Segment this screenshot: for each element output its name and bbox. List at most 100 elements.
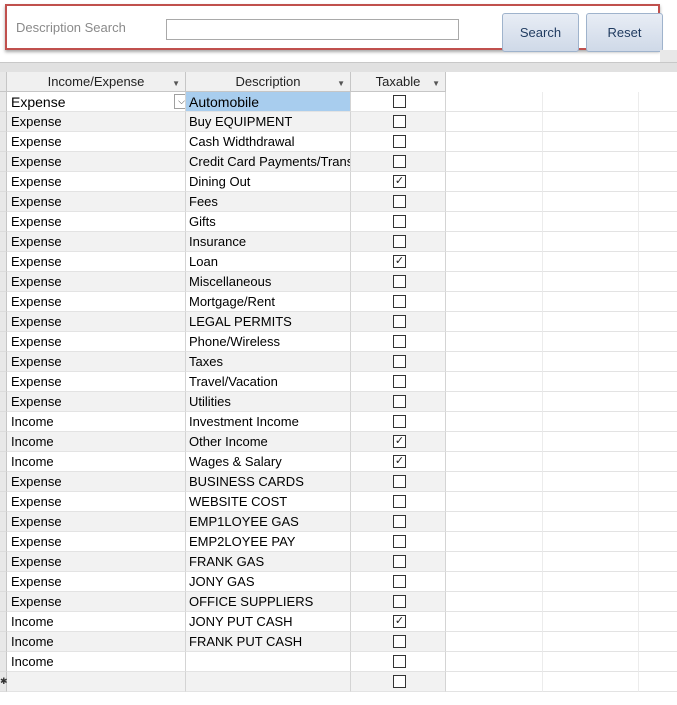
- row-selector[interactable]: [0, 452, 7, 472]
- table-row[interactable]: Expense Cash Widthdrawal: [0, 132, 677, 152]
- taxable-checkbox[interactable]: [393, 475, 406, 488]
- table-row[interactable]: Expense LEGAL PERMITS: [0, 312, 677, 332]
- table-row[interactable]: Expense EMP2LOYEE PAY: [0, 532, 677, 552]
- cell-description[interactable]: Fees: [186, 192, 351, 212]
- row-selector[interactable]: ✱: [0, 672, 8, 692]
- cell-income-expense[interactable]: Expense: [7, 312, 186, 332]
- cell-income-expense[interactable]: Expense: [7, 332, 186, 352]
- taxable-checkbox[interactable]: [393, 495, 406, 508]
- cell-description[interactable]: LEGAL PERMITS: [186, 312, 351, 332]
- row-selector[interactable]: [0, 592, 7, 612]
- cell-income-expense[interactable]: Income: [7, 632, 186, 652]
- cell-income-expense[interactable]: Expense: [7, 172, 186, 192]
- taxable-checkbox[interactable]: ✓: [393, 615, 406, 628]
- table-row[interactable]: Expense Insurance: [0, 232, 677, 252]
- cell-description[interactable]: Automobile: [186, 92, 351, 112]
- cell-description[interactable]: FRANK GAS: [186, 552, 351, 572]
- taxable-checkbox[interactable]: [393, 515, 406, 528]
- table-row[interactable]: Income: [0, 652, 677, 672]
- taxable-checkbox[interactable]: [393, 235, 406, 248]
- row-selector[interactable]: [0, 332, 7, 352]
- sort-arrow-icon[interactable]: ▼: [432, 74, 440, 93]
- taxable-checkbox[interactable]: ✓: [393, 455, 406, 468]
- chevron-down-icon[interactable]: ⌵: [174, 94, 185, 109]
- row-selector[interactable]: [0, 412, 7, 432]
- cell-description[interactable]: Utilities: [186, 392, 351, 412]
- cell-income-expense[interactable]: Expense: [7, 552, 186, 572]
- new-record-row[interactable]: ✱: [0, 672, 677, 692]
- cell-description[interactable]: Wages & Salary: [186, 452, 351, 472]
- taxable-checkbox[interactable]: [393, 415, 406, 428]
- taxable-checkbox[interactable]: [393, 595, 406, 608]
- cell-income-expense[interactable]: Expense: [7, 192, 186, 212]
- table-row[interactable]: Expense WEBSITE COST: [0, 492, 677, 512]
- table-row[interactable]: Expense BUSINESS CARDS: [0, 472, 677, 492]
- taxable-checkbox[interactable]: ✓: [393, 435, 406, 448]
- cell-income-expense[interactable]: Income: [7, 412, 186, 432]
- column-header-taxable[interactable]: Taxable ▼: [351, 72, 446, 92]
- cell-description[interactable]: BUSINESS CARDS: [186, 472, 351, 492]
- table-row[interactable]: Expense OFFICE SUPPLIERS: [0, 592, 677, 612]
- taxable-checkbox[interactable]: [393, 195, 406, 208]
- table-row[interactable]: Income Other Income ✓: [0, 432, 677, 452]
- cell-description[interactable]: [186, 672, 351, 692]
- taxable-checkbox[interactable]: [393, 555, 406, 568]
- cell-description[interactable]: Investment Income: [186, 412, 351, 432]
- column-header-income-expense[interactable]: Income/Expense ▼: [7, 72, 186, 92]
- cell-income-expense[interactable]: Expense: [7, 512, 186, 532]
- taxable-checkbox[interactable]: [393, 315, 406, 328]
- cell-income-expense[interactable]: Expense: [7, 372, 186, 392]
- cell-description[interactable]: Insurance: [186, 232, 351, 252]
- cell-income-expense[interactable]: Expense: [7, 132, 186, 152]
- taxable-checkbox[interactable]: [393, 155, 406, 168]
- table-row[interactable]: Expense Fees: [0, 192, 677, 212]
- table-row[interactable]: Expense Miscellaneous: [0, 272, 677, 292]
- taxable-checkbox[interactable]: [393, 95, 406, 108]
- table-row[interactable]: Expense Gifts: [0, 212, 677, 232]
- taxable-checkbox[interactable]: [393, 675, 406, 688]
- row-selector[interactable]: [0, 172, 7, 192]
- cell-description[interactable]: FRANK PUT CASH: [186, 632, 351, 652]
- cell-income-expense[interactable]: Income: [7, 652, 186, 672]
- taxable-checkbox[interactable]: [393, 115, 406, 128]
- cell-description[interactable]: Phone/Wireless: [186, 332, 351, 352]
- cell-income-expense[interactable]: Expense: [7, 492, 186, 512]
- cell-income-expense[interactable]: Expense: [7, 212, 186, 232]
- taxable-checkbox[interactable]: [393, 635, 406, 648]
- cell-description[interactable]: [186, 652, 351, 672]
- table-row[interactable]: Expense Utilities: [0, 392, 677, 412]
- row-selector[interactable]: [0, 472, 7, 492]
- cell-description[interactable]: Credit Card Payments/Transfers: [186, 152, 351, 172]
- cell-income-expense[interactable]: Expense: [7, 112, 186, 132]
- taxable-checkbox[interactable]: ✓: [393, 255, 406, 268]
- row-selector[interactable]: [0, 492, 7, 512]
- row-selector-header[interactable]: [0, 72, 7, 92]
- row-selector[interactable]: [0, 192, 7, 212]
- sort-arrow-icon[interactable]: ▼: [172, 74, 180, 93]
- row-selector[interactable]: [0, 252, 7, 272]
- cell-income-expense[interactable]: Expense: [7, 292, 186, 312]
- cell-description[interactable]: Loan: [186, 252, 351, 272]
- row-selector[interactable]: [0, 432, 7, 452]
- row-selector[interactable]: [0, 92, 7, 112]
- cell-income-expense[interactable]: Expense: [7, 232, 186, 252]
- table-row[interactable]: Expense ⌵ Automobile: [0, 92, 677, 112]
- cell-description[interactable]: Taxes: [186, 352, 351, 372]
- cell-description[interactable]: Cash Widthdrawal: [186, 132, 351, 152]
- taxable-checkbox[interactable]: [393, 275, 406, 288]
- table-row[interactable]: Expense Phone/Wireless: [0, 332, 677, 352]
- taxable-checkbox[interactable]: [393, 395, 406, 408]
- row-selector[interactable]: [0, 292, 7, 312]
- reset-button[interactable]: Reset: [586, 13, 663, 52]
- cell-description[interactable]: JONY PUT CASH: [186, 612, 351, 632]
- cell-description[interactable]: Miscellaneous: [186, 272, 351, 292]
- taxable-checkbox[interactable]: [393, 295, 406, 308]
- cell-description[interactable]: Buy EQUIPMENT: [186, 112, 351, 132]
- cell-description[interactable]: OFFICE SUPPLIERS: [186, 592, 351, 612]
- sort-arrow-icon[interactable]: ▼: [337, 74, 345, 93]
- row-selector[interactable]: [0, 112, 7, 132]
- row-selector[interactable]: [0, 532, 7, 552]
- row-selector[interactable]: [0, 552, 7, 572]
- cell-description[interactable]: JONY GAS: [186, 572, 351, 592]
- column-header-description[interactable]: Description ▼: [186, 72, 351, 92]
